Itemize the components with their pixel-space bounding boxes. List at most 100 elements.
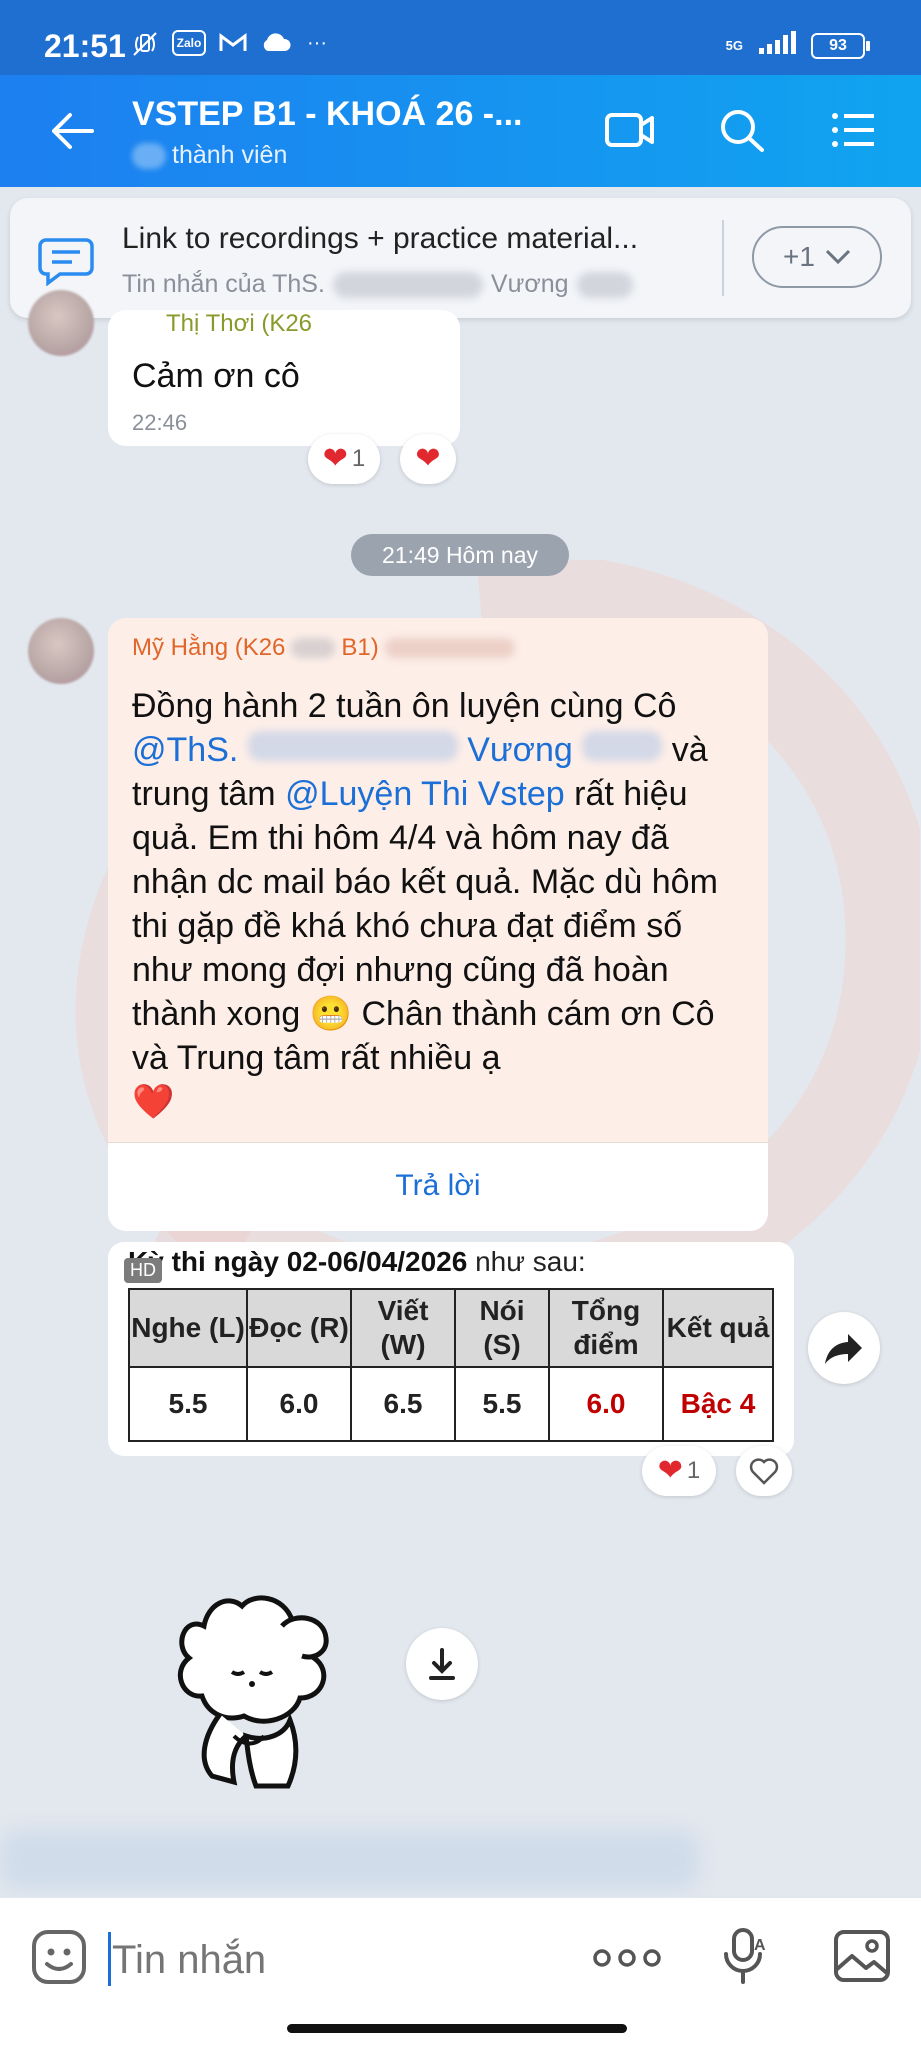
reply-button[interactable]: Trả lời [108,1142,768,1231]
signal-icon [757,30,797,61]
message-text: Cảm ơn cô [132,357,300,395]
mention-link[interactable]: @Luyện Thi Vstep [285,775,565,813]
table-cell: 6.5 [350,1366,456,1442]
forward-arrow-icon [825,1334,862,1364]
member-label: thành viên [172,141,288,169]
sticker-emoji-icon[interactable] [30,1928,88,1986]
pinned-subtitle-suffix: Vương [490,270,569,298]
table-header-row: Nghe (L) Đọc (R) Viết (W) Nói (S) Tổng đ… [128,1288,774,1368]
table-header: Đọc (R) [246,1288,352,1368]
message-input[interactable] [106,1928,554,1992]
table-header: Tổng điểm [548,1288,664,1368]
table-cell: 5.5 [128,1366,248,1442]
mention-link[interactable]: @ThS. [132,731,238,769]
battery-icon: 93 [811,32,870,59]
table-header: Viết (W) [350,1288,456,1368]
search-icon[interactable] [718,107,766,153]
text-cursor [108,1932,111,1986]
message-time: 22:46 [132,410,188,435]
text-run: Đồng hành 2 tuần ôn luyện cùng Cô [132,687,677,725]
sender-name: Mỹ Hằng (K26 B1) [132,634,515,662]
avatar[interactable] [28,290,94,356]
result-image[interactable]: Kỳ thi ngày 02-06/04/2026 như sau: HD Ng… [108,1242,794,1456]
bunny-sticker[interactable] [164,1586,354,1794]
table-cell: 5.5 [454,1366,550,1442]
heart-outline-icon [749,1458,779,1485]
message-input-bar: A [0,1897,921,2049]
table-header: Nói (S) [454,1288,550,1368]
group-title[interactable]: VSTEP B1 - KHOÁ 26 -... [132,95,522,134]
redacted-name-2 [576,271,633,298]
pinned-message-banner[interactable]: Link to recordings + practice material..… [10,198,911,318]
sender-name-part: Mỹ Hằng (K26 [132,634,286,661]
more-options-icon[interactable] [592,1938,662,1978]
table-header: Kết quả [662,1288,774,1368]
pinned-subtitle-prefix: Tin nhắn của ThS. [122,270,325,298]
redacted-name [291,638,336,658]
table-cell-total: 6.0 [548,1366,664,1442]
group-subtitle: thành viên [132,141,287,170]
text-run: rất hiệu quả. Em thi hôm 4/4 và hôm nay … [132,775,718,1077]
zalo-app-icon: Zalo [172,30,206,56]
pinned-more-count: +1 [783,241,815,272]
avatar[interactable] [28,618,94,684]
back-arrow-icon[interactable] [50,111,96,151]
caption-date: 02-06/04/2026 [286,1246,468,1277]
pinned-title: Link to recordings + practice material..… [122,222,639,255]
result-table: Nghe (L) Đọc (R) Viết (W) Nói (S) Tổng đ… [128,1288,774,1442]
gmail-icon [218,31,248,55]
chat-bubble-icon [38,234,94,287]
more-notifications-icon: ··· [307,32,327,54]
status-time: 21:51 [44,28,126,64]
date-divider: 21:49 Hôm nay [351,534,569,576]
voice-to-text-icon[interactable]: A [720,1926,772,1986]
text-run: trung tâm [132,775,286,813]
image-picker-icon[interactable] [832,1926,892,1986]
add-reaction-button[interactable] [736,1446,792,1496]
pinned-more-button[interactable]: +1 [752,226,882,288]
table-header: Nghe (L) [128,1288,248,1368]
blurred-message [0,1830,700,1890]
add-reaction-button[interactable]: ❤ [400,434,456,484]
redacted-name [384,638,515,658]
message-bubble-highlighted[interactable]: Mỹ Hằng (K26 B1) Đồng hành 2 tuần ôn luy… [108,618,768,1231]
chevron-down-icon [825,249,851,265]
reaction-count: 1 [351,445,366,472]
cloud-icon [260,31,291,55]
heart-icon: ❤ [322,442,348,475]
menu-list-icon[interactable] [830,107,878,153]
table-cell-result: Bậc 4 [662,1366,774,1442]
table-row: 5.5 6.0 6.5 5.5 6.0 Bậc 4 [128,1366,774,1442]
heart-emoji-icon: ❤️ [132,1083,175,1121]
reaction-badge[interactable]: ❤ 1 [642,1446,716,1496]
redacted-name [332,271,483,298]
hd-badge: HD [124,1258,162,1283]
status-icons: Zalo ··· [130,30,332,56]
redacted-name [247,731,458,761]
svg-text:A: A [754,1937,766,1954]
status-bar: 21:51 Zalo ··· 5G 93 [0,0,921,75]
heart-icon: ❤ [657,1454,683,1487]
table-cell: 6.0 [246,1366,352,1442]
sender-name-part: B1) [341,634,379,661]
download-icon [429,1648,455,1680]
status-right: 5G 93 [726,30,870,61]
chat-header: VSTEP B1 - KHOÁ 26 -... thành viên [0,75,921,187]
video-call-icon[interactable] [604,107,654,153]
reaction-count: 1 [686,1457,701,1484]
message-text: Đồng hành 2 tuần ôn luyện cùng Cô @ThS. … [132,684,750,1124]
download-button[interactable] [406,1628,478,1700]
caption-suffix: như sau: [467,1246,586,1277]
redacted-name [582,731,663,761]
mention-link[interactable]: Vương [467,731,573,769]
result-caption: Kỳ thi ngày 02-06/04/2026 như sau: [128,1246,586,1278]
member-count-redacted [132,142,166,169]
heart-icon: ❤ [415,442,441,475]
reaction-badge[interactable]: ❤ 1 [308,434,380,484]
message-bubble[interactable]: Thị Thơi (K26 Cảm ơn cô 22:46 [108,310,460,446]
sender-name: Thị Thơi (K26 [166,310,313,337]
pinned-subtitle: Tin nhắn của ThS. Vương [122,270,633,299]
mute-vibrate-icon [130,31,160,56]
home-indicator [287,2024,627,2033]
share-forward-button[interactable] [808,1312,880,1384]
